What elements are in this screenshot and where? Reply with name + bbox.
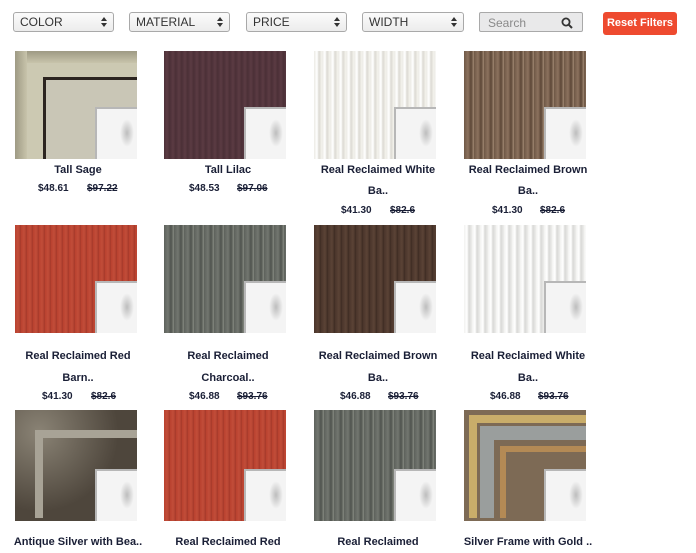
product-name[interactable]: Tall Sage bbox=[3, 164, 153, 176]
product-original-price: $93.76 bbox=[388, 391, 419, 402]
product-price: $41.30 bbox=[341, 205, 372, 216]
width-select-label: WIDTH bbox=[369, 15, 409, 29]
product-price: $46.88 bbox=[490, 391, 521, 402]
product-name-continued[interactable]: Ba.. bbox=[303, 185, 453, 197]
material-select[interactable]: MATERIAL bbox=[129, 12, 230, 32]
product-original-price: $97.22 bbox=[87, 183, 118, 194]
product-name-continued[interactable]: Barn.. bbox=[3, 372, 153, 384]
product-price: $41.30 bbox=[42, 391, 73, 402]
reset-filters-button[interactable]: Reset Filters bbox=[603, 12, 677, 35]
product-image-reclaimed-red[interactable] bbox=[15, 225, 137, 333]
product-name[interactable]: Antique Silver with Bea.. bbox=[3, 536, 153, 548]
product-price: $46.88 bbox=[340, 391, 371, 402]
product-name[interactable]: Real Reclaimed bbox=[153, 350, 303, 362]
product-image-antique-silver[interactable] bbox=[15, 410, 137, 521]
select-arrows-icon bbox=[217, 16, 224, 28]
product-name[interactable]: Silver Frame with Gold .. bbox=[453, 536, 603, 548]
material-select-label: MATERIAL bbox=[136, 15, 196, 29]
product-price: $41.30 bbox=[492, 205, 523, 216]
product-image-reclaimed-dark-brown[interactable] bbox=[314, 225, 436, 333]
product-price: $46.88 bbox=[189, 391, 220, 402]
product-name[interactable]: Real Reclaimed Brown bbox=[303, 350, 453, 362]
product-price: $48.61 bbox=[38, 183, 69, 194]
product-name-continued[interactable]: Ba.. bbox=[453, 185, 603, 197]
product-name[interactable]: Tall Lilac bbox=[153, 164, 303, 176]
product-original-price: $82.6 bbox=[540, 205, 566, 216]
product-name[interactable]: Real Reclaimed Brown bbox=[453, 164, 603, 176]
product-original-price: $82.6 bbox=[91, 391, 117, 402]
product-image-silver-gold[interactable] bbox=[464, 410, 586, 521]
product-name[interactable]: Real Reclaimed White bbox=[303, 164, 453, 176]
product-original-price: $93.76 bbox=[538, 391, 569, 402]
product-image-reclaimed-gray[interactable] bbox=[314, 410, 436, 521]
filter-bar: COLOR MATERIAL PRICE WIDTH Search Reset … bbox=[0, 0, 696, 46]
price-select[interactable]: PRICE bbox=[246, 12, 347, 32]
product-image-tall-lilac[interactable] bbox=[164, 51, 286, 159]
color-select[interactable]: COLOR bbox=[13, 12, 114, 32]
product-original-price: $97.06 bbox=[237, 183, 268, 194]
search-icon[interactable] bbox=[561, 17, 573, 29]
product-image-reclaimed-red-2[interactable] bbox=[164, 410, 286, 521]
product-image-reclaimed-whitewash[interactable] bbox=[464, 225, 586, 333]
product-image-reclaimed-charcoal[interactable] bbox=[164, 225, 286, 333]
select-arrows-icon bbox=[101, 16, 108, 28]
search-placeholder: Search bbox=[488, 16, 527, 30]
product-image-reclaimed-white[interactable] bbox=[314, 51, 436, 159]
product-image-reclaimed-brown[interactable] bbox=[464, 51, 586, 159]
product-name-continued[interactable]: Ba.. bbox=[453, 372, 603, 384]
select-arrows-icon bbox=[334, 16, 341, 28]
product-name-continued[interactable]: Ba.. bbox=[303, 372, 453, 384]
product-original-price: $82.6 bbox=[390, 205, 416, 216]
product-original-price: $93.76 bbox=[237, 391, 268, 402]
color-select-label: COLOR bbox=[20, 15, 63, 29]
select-arrows-icon bbox=[451, 16, 458, 28]
product-name-continued[interactable]: Charcoal.. bbox=[153, 372, 303, 384]
product-name[interactable]: Real Reclaimed bbox=[303, 536, 453, 548]
price-select-label: PRICE bbox=[253, 15, 290, 29]
width-select[interactable]: WIDTH bbox=[362, 12, 464, 32]
product-price: $48.53 bbox=[189, 183, 220, 194]
product-image-tall-sage[interactable] bbox=[15, 51, 137, 159]
product-name[interactable]: Real Reclaimed Red bbox=[153, 536, 303, 548]
product-name[interactable]: Real Reclaimed White bbox=[453, 350, 603, 362]
product-name[interactable]: Real Reclaimed Red bbox=[3, 350, 153, 362]
search-input[interactable]: Search bbox=[479, 12, 583, 32]
